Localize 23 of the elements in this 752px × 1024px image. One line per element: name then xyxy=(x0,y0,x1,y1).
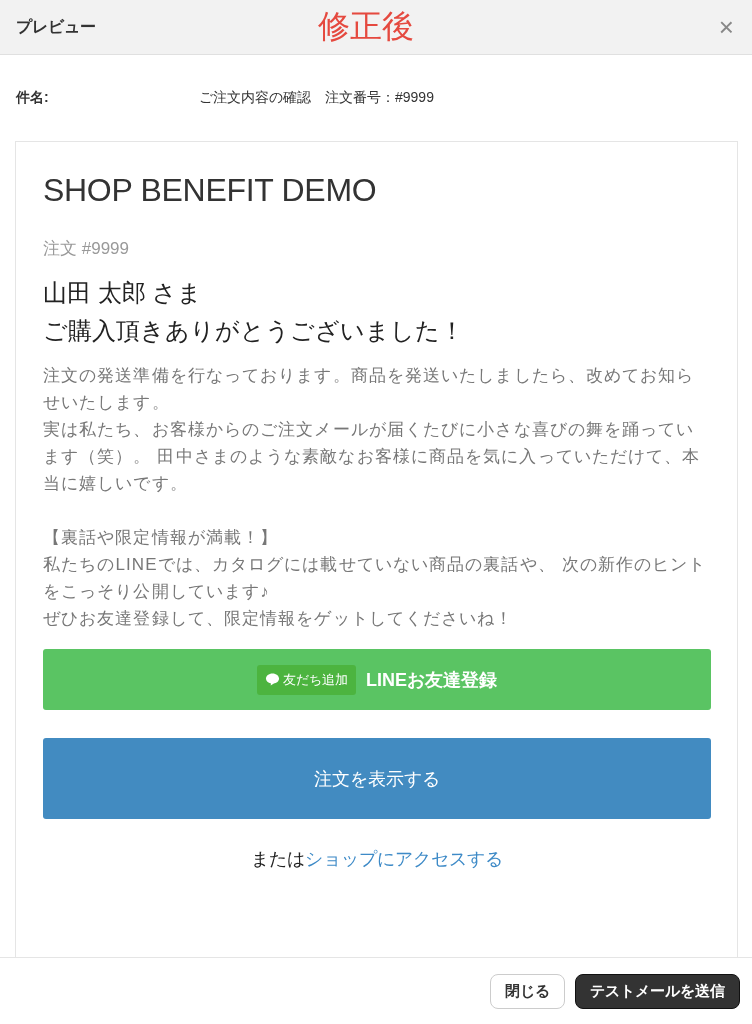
shop-link[interactable]: ショップにアクセスする xyxy=(305,849,503,869)
greeting-text: 山田 太郎 さま xyxy=(43,278,204,308)
subject-value: ご注文内容の確認 注文番号：#9999 xyxy=(199,89,434,107)
body-text: 私たちのLINEでは、カタログには載せていない商品の裏話や、 次の新作のヒントをこっそり公開しています♪ xyxy=(43,554,708,603)
view-order-button[interactable]: 注文を表示する xyxy=(43,738,711,819)
greeting-text: ご購入頂きありがとうございました！ xyxy=(43,316,465,346)
dialog-title: プレビュー xyxy=(16,16,96,37)
or-text: または xyxy=(251,849,305,869)
line-friend-button[interactable]: 友だち追加 LINEお友達登録 xyxy=(43,649,711,710)
annotation-text: 修正後 xyxy=(318,7,414,46)
body-text: ぜひお友達登録して、限定情報をゲットしてくださいね！ xyxy=(43,608,515,630)
chat-bubble-icon xyxy=(265,672,280,687)
body-text: 【裏話や限定情報が満載！】 xyxy=(43,527,280,549)
body-text: 注文の発送準備を行なっております。商品を発送いたしましたら、改めてお知らせいたします。 xyxy=(43,365,696,414)
order-number: 注文 #9999 xyxy=(43,238,130,260)
close-dialog-button[interactable]: 閉じる xyxy=(490,973,565,1009)
body-text: 実は私たち、お客様からのご注文メールが届くたびに小さな喜びの舞を踊っています（笑）。 田中さまのような素敵なお客様に商品を気に入っていただけて、本当に嬉しいです。 xyxy=(43,419,702,495)
subject-label: 件名: xyxy=(16,89,50,107)
shop-name: SHOP BENEFIT DEMO xyxy=(43,172,378,209)
button-label: LINEお友達登録 xyxy=(366,668,497,692)
close-button[interactable]: × xyxy=(716,11,736,43)
send-test-button[interactable]: テストメールを送信 xyxy=(575,973,740,1009)
badge-label: 友だち追加 xyxy=(283,670,348,689)
